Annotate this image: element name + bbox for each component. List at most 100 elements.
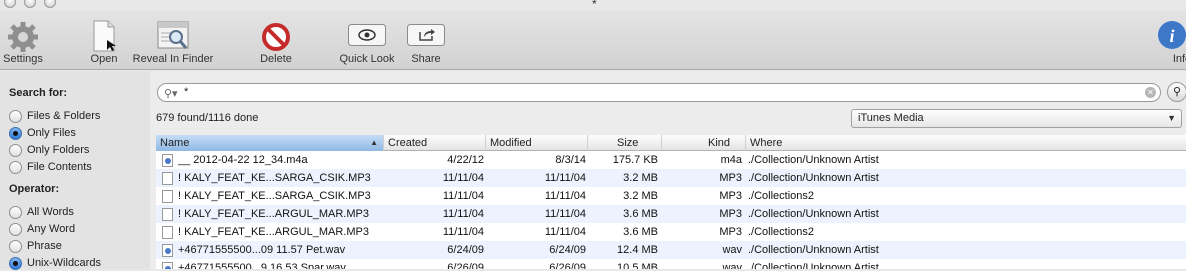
search-for-radio-3[interactable]: File Contents [9,159,92,175]
radio-button-icon[interactable] [9,256,22,270]
document-icon [162,190,173,203]
table-row[interactable]: ! KALY_FEAT_KE...ARGUL_MAR.MP3 11/11/04 11… [156,223,1186,241]
share-button[interactable]: Share [406,10,446,70]
results-table: Name ▲ Created Modified Size Kind Where _… [156,135,1186,269]
delete-label: Delete [260,53,292,65]
info-button[interactable]: i Info [1156,10,1186,70]
document-icon [162,208,173,221]
column-header-kind[interactable]: Kind [662,135,746,151]
reveal-label: Reveal In Finder [132,53,214,65]
search-for-radio-2[interactable]: Only Folders [9,142,89,158]
table-row[interactable]: +46771555500...9 16.53 Spar.wav 6/26/09 6/… [156,259,1186,269]
quick-look-label: Quick Look [339,53,395,65]
cell-size: 3.2 MB [623,190,658,202]
radio-button-icon[interactable] [9,109,22,123]
close-window-button[interactable] [4,0,16,8]
open-button[interactable]: Open [84,10,124,70]
cell-where: ./Collection/Unknown Artist [748,172,879,184]
cell-kind: MP3 [719,226,742,238]
cell-size: 3.6 MB [623,208,658,220]
settings-button[interactable]: Settings [0,10,46,70]
cell-modified: 11/11/04 [544,172,586,184]
column-header-created[interactable]: Created [384,135,486,151]
cell-name: ! KALY_FEAT_KE...SARGA_CSIK.MP3 [178,190,371,202]
operator-radio-1[interactable]: Any Word [9,221,75,237]
table-row[interactable]: +46771555500...09 11.57 Pet.wav 6/24/09 6/… [156,241,1186,259]
cell-where: ./Collection/Unknown Artist [748,262,879,269]
main-panel: ⚲▾ * ✕ ⚲ 679 found/1116 done iTunes Medi… [150,71,1186,269]
table-row[interactable]: ! KALY_FEAT_KE...SARGA_CSIK.MP3 11/11/04 1… [156,169,1186,187]
table-row[interactable]: __ 2012-04-22 12_34.m4a 4/22/12 8/3/14 175.… [156,151,1186,169]
column-header-modified[interactable]: Modified [486,135,588,151]
cell-where: ./Collection/Unknown Artist [748,154,879,166]
cell-kind: wav [722,244,742,256]
operator-radio-0[interactable]: All Words [9,204,74,220]
delete-button[interactable]: Delete [256,10,296,70]
open-label: Open [90,53,118,65]
prohibited-icon [262,23,290,51]
cell-modified: 11/11/04 [544,190,586,202]
minimize-window-button[interactable] [24,0,36,8]
cell-where: ./Collection/Unknown Artist [748,244,879,256]
radio-button-icon[interactable] [9,143,22,157]
toolbar: Settings Open Reveal In Finder Delete Qu… [0,10,1186,70]
share-icon [407,24,445,46]
cell-size: 175.7 KB [612,154,658,166]
operator-radio-2[interactable]: Phrase [9,238,62,254]
search-field[interactable]: ⚲▾ * ✕ [157,83,1161,102]
column-header-where[interactable]: Where [746,135,1186,151]
eye-icon [348,24,386,46]
radio-button-icon[interactable] [9,239,22,253]
cell-modified: 8/3/14 [555,154,586,166]
quick-look-button[interactable]: Quick Look [336,10,398,70]
cell-modified: 11/11/04 [544,226,586,238]
radio-button-icon[interactable] [9,205,22,219]
finder-magnifier-icon [157,21,189,49]
zoom-window-button[interactable] [44,0,56,8]
cell-size: 10.5 MB [617,262,658,269]
cell-created: 11/11/04 [442,226,484,238]
audio-file-icon [162,262,173,269]
cell-kind: m4a [720,154,742,166]
cell-modified: 6/26/09 [549,262,586,269]
radio-button-icon[interactable] [9,160,22,174]
document-icon [93,20,116,52]
search-button[interactable]: ⚲ [1167,82,1186,102]
operator-radio-label: Any Word [27,223,76,235]
sort-ascending-icon: ▲ [370,138,378,147]
operator-radio-label: All Words [27,206,74,218]
search-for-radio-1[interactable]: Only Files [9,125,76,141]
chevron-down-icon: ▼ [1167,113,1176,123]
info-label: Info [1172,53,1186,65]
cell-name: +46771555500...9 16.53 Spar.wav [178,262,346,269]
column-header-name[interactable]: Name ▲ [156,135,384,151]
search-for-radio-label: Files & Folders [27,110,101,122]
clear-search-icon[interactable]: ✕ [1145,87,1156,98]
table-row[interactable]: ! KALY_FEAT_KE...SARGA_CSIK.MP3 11/11/04 1… [156,187,1186,205]
cell-name: ! KALY_FEAT_KE...ARGUL_MAR.MP3 [178,226,369,238]
scope-popup[interactable]: iTunes Media ▼ [851,109,1182,128]
operator-radio-label: Phrase [27,240,62,252]
cell-modified: 6/24/09 [549,244,586,256]
document-icon [162,226,173,239]
table-row[interactable]: ! KALY_FEAT_KE...ARGUL_MAR.MP3 11/11/04 11… [156,205,1186,223]
cell-size: 3.6 MB [623,226,658,238]
cell-kind: MP3 [719,172,742,184]
cell-kind: MP3 [719,190,742,202]
reveal-in-finder-button[interactable]: Reveal In Finder [130,10,216,70]
cell-where: ./Collections2 [748,226,815,238]
cell-name: ! KALY_FEAT_KE...ARGUL_MAR.MP3 [178,208,369,220]
gear-icon [8,22,38,52]
audio-file-icon [162,154,173,167]
info-icon: i [1158,21,1186,49]
search-input[interactable]: * [184,86,188,98]
column-header-size[interactable]: Size [588,135,662,151]
cell-where: ./Collections2 [748,190,815,202]
cell-created: 6/24/09 [447,244,484,256]
operator-radio-label: Unix-Wildcards [27,257,101,269]
cell-created: 4/22/12 [447,154,484,166]
radio-button-icon[interactable] [9,126,22,140]
radio-button-icon[interactable] [9,222,22,236]
operator-heading: Operator: [9,183,60,195]
search-for-radio-0[interactable]: Files & Folders [9,108,100,124]
